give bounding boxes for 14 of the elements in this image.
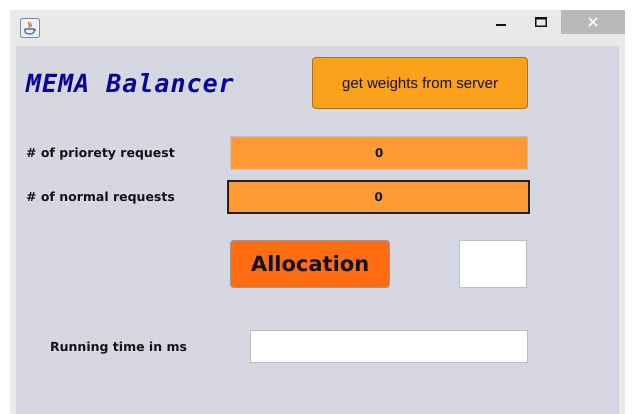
- close-button[interactable]: [561, 10, 625, 34]
- allocation-button[interactable]: Allocation: [230, 240, 390, 288]
- field-label: # of normal requests: [26, 188, 176, 204]
- maximize-icon[interactable]: [535, 17, 547, 27]
- count-field[interactable]: 0: [230, 136, 528, 170]
- result-field[interactable]: [459, 240, 527, 288]
- fetch-button[interactable]: get weights from server: [312, 57, 528, 109]
- count-field[interactable]: 0: [227, 180, 530, 214]
- app-title: MEMA Balancer: [26, 68, 236, 98]
- running-time-field[interactable]: [250, 330, 528, 363]
- field-label: Running time in ms: [50, 339, 188, 354]
- close-icon: [588, 17, 598, 27]
- field-label: # of priorety request: [26, 144, 176, 160]
- cup-icon: [20, 18, 40, 38]
